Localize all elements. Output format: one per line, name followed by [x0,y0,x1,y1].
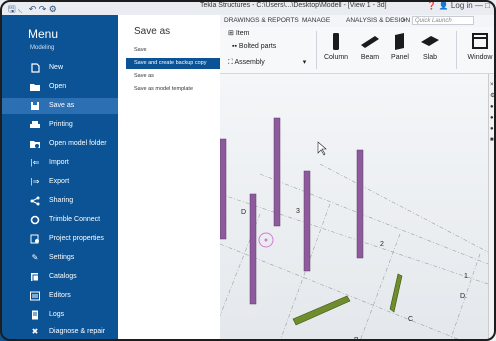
column[interactable] [249,193,257,305]
backstage-menu: Menu Modeling New Open Save as Printing … [0,15,118,341]
grid-label: D [241,209,246,216]
save-as-submenu: Save as Save Save and create backup copy… [118,15,220,341]
logs-icon [30,310,40,320]
ribbon-divider [456,31,457,69]
menu-subtitle: Modeling [30,45,55,51]
menu-item-open[interactable]: Open [0,79,118,95]
model-viewport[interactable]: D 3 2 1 D. C B [220,74,488,341]
menu-item-settings[interactable]: ✎ Settings [0,250,118,266]
side-icon[interactable]: ● [490,115,494,121]
mouse-cursor-icon [317,141,327,156]
catalog-icon [30,272,40,282]
save-icon [30,101,40,111]
chevron-down-icon: ▾ [302,59,307,66]
menu-item-project-properties[interactable]: Project properties [0,231,118,247]
window-controls[interactable]: ❓ 👤 Log in — □ [427,1,490,10]
grid-label: B [354,337,359,341]
menu-item-catalogs[interactable]: Catalogs [0,269,118,285]
folder-gear-icon [30,139,40,149]
ribbon: ⊞ Item ▪▪ Bolted parts ⛶ Assembly ▾ Colu… [220,27,496,74]
side-icon[interactable]: ■ [490,137,494,143]
menu-item-logs[interactable]: Logs [0,307,118,323]
side-icon[interactable]: × [490,82,494,88]
menu-item-sharing[interactable]: Sharing [0,193,118,209]
tab-manage[interactable]: MANAGE [302,17,330,24]
share-icon [30,196,40,206]
export-icon: |⇒ [30,177,40,186]
tab-more[interactable]: > [402,17,406,24]
grid-label: D. [460,293,467,300]
trimble-icon [30,215,40,225]
grid-label: 2 [380,241,384,248]
side-icon[interactable]: ⚙ [490,93,495,99]
slab-icon [421,36,439,46]
diagnose-icon: ✖ [31,327,39,336]
side-panel-icons[interactable]: × ⚙ ● ● ● ■ [490,80,495,146]
folder-icon [30,82,40,92]
submenu-item-save-as-template[interactable]: Save as model template [126,84,220,95]
beam-icon [361,36,379,48]
menu-item-export[interactable]: |⇒ Export [0,174,118,190]
editors-icon [30,291,40,301]
panel-button[interactable]: Panel [384,31,416,61]
beam[interactable] [389,273,403,313]
tab-analysis-design[interactable]: ANALYSIS & DESIGN [346,17,410,24]
submenu-item-save-as[interactable]: Save as [126,71,220,82]
panel-icon [395,33,404,50]
menu-item-open-model-folder[interactable]: Open model folder [0,136,118,152]
menu-item-diagnose-repair[interactable]: ✖ Diagnose & repair [0,324,118,340]
submenu-title: Save as [134,26,171,37]
ribbon-bolted-parts[interactable]: ▪▪ Bolted parts [232,43,276,50]
tab-drawings-reports[interactable]: DRAWINGS & REPORTS [224,17,299,24]
slab-button[interactable]: Slab [414,31,446,61]
grid-label: 1 [464,273,468,280]
grid-label: 3 [296,208,300,215]
window-button[interactable]: Window [464,31,496,61]
window-title: Tekla Structures - C:\Users\...\Desktop\… [200,2,387,9]
column[interactable] [220,138,227,240]
column-icon [333,33,339,50]
menu-item-save-as[interactable]: Save as [0,98,118,114]
side-icon[interactable]: ● [490,126,494,132]
column[interactable] [356,149,364,259]
menu-item-import[interactable]: |⇐ Import [0,155,118,171]
column-button[interactable]: Column [320,31,352,61]
new-file-icon [30,63,40,73]
side-icon[interactable]: ● [490,104,494,110]
column[interactable] [303,170,311,272]
ribbon-assembly[interactable]: ⛶ Assembly ▾ [228,58,306,67]
menu-item-trimble-connect[interactable]: Trimble Connect [0,212,118,228]
settings-icon: ✎ [31,253,39,262]
model-3d-view[interactable]: D 3 2 1 D. C B [220,74,488,341]
assembly-icon: ⛶ [228,59,233,66]
ribbon-divider [316,31,317,69]
menu-item-new[interactable]: New [0,60,118,76]
menu-item-printing[interactable]: Printing [0,117,118,133]
beam[interactable] [292,295,351,326]
menu-item-editors[interactable]: Editors [0,288,118,304]
side-panel[interactable]: × ⚙ ● ● ● ■ [488,74,496,341]
title-bar: 🖫 ◟ ↶ ↷ ⚙ Tekla Structures - C:\Users\..… [0,0,496,15]
quick-launch-input[interactable]: Quick Launch [412,16,474,25]
ribbon-tabs: DRAWINGS & REPORTS MANAGE ANALYSIS & DES… [220,15,496,27]
bolted-parts-icon: ▪▪ [232,43,237,50]
project-properties-icon [30,234,40,244]
submenu-item-save[interactable]: Save [126,45,220,56]
item-icon: ⊞ [228,30,234,37]
window-icon [472,33,488,49]
printer-icon [30,120,40,130]
ribbon-item[interactable]: ⊞ Item [228,29,249,37]
beam-button[interactable]: Beam [354,31,386,61]
import-icon: |⇐ [30,158,40,167]
menu-title: Menu [28,27,59,41]
grid-label: C [408,316,413,323]
submenu-item-save-backup[interactable]: Save and create backup copy [126,58,220,69]
column[interactable] [273,117,281,227]
